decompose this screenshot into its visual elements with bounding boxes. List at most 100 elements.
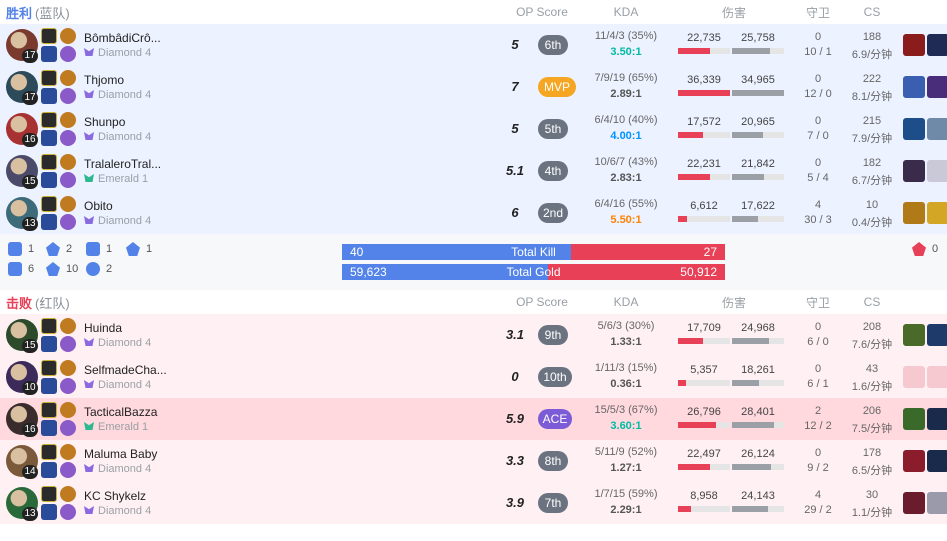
rune-icon[interactable] (60, 172, 76, 188)
item-icon[interactable] (927, 118, 947, 140)
rune-icon[interactable] (60, 360, 76, 376)
summoner-spell-icon[interactable] (41, 420, 57, 436)
item-icon[interactable] (903, 118, 925, 140)
player-row[interactable]: 13 KC Shykelz Diamond 4 3.9 7th 1/7/15 (59%) 2… (0, 482, 947, 524)
rank-text: Diamond 4 (98, 215, 152, 227)
damage-taken-bar (732, 174, 784, 180)
damage-dealt-fill (678, 216, 688, 222)
summoner-spell-icon[interactable] (41, 70, 57, 86)
op-score: 7 (511, 79, 519, 94)
player-name[interactable]: Obito (84, 199, 113, 213)
summoner-spell-icon[interactable] (41, 402, 57, 418)
objective-counter: 0 (912, 242, 938, 256)
op-rank-badge: 9th (538, 325, 568, 345)
rune-icon[interactable] (60, 28, 76, 44)
item-icon[interactable] (903, 450, 925, 472)
summoner-spell-icon[interactable] (41, 46, 57, 62)
summoner-spell-icon[interactable] (41, 462, 57, 478)
player-name[interactable]: TacticalBazza (84, 405, 157, 419)
player-row[interactable]: 17 Thjomo Diamond 4 7 MVP 7/9/19 (65%) 2.89:1 3… (0, 66, 947, 108)
item-icon[interactable] (927, 408, 947, 430)
damage-taken-bar (732, 422, 784, 428)
summoner-spell-icon[interactable] (41, 360, 57, 376)
item-icon[interactable] (927, 450, 947, 472)
player-name[interactable]: Maluma Baby (84, 447, 157, 461)
summoner-spell-icon[interactable] (41, 444, 57, 460)
item-icon[interactable] (927, 324, 947, 346)
wards-placed-killed: 12 / 0 (804, 88, 832, 100)
item-icon[interactable] (927, 492, 947, 514)
summoner-spell-icon[interactable] (41, 130, 57, 146)
damage-taken-fill (732, 506, 768, 512)
player-name[interactable]: TralaleroTral... (84, 157, 161, 171)
rune-icon[interactable] (60, 196, 76, 212)
item-icon[interactable] (927, 366, 947, 388)
item-icon[interactable] (927, 160, 947, 182)
rune-icon[interactable] (60, 88, 76, 104)
summoner-spell-icon[interactable] (41, 504, 57, 520)
damage-taken: 21,842 (741, 158, 775, 170)
item-icon[interactable] (903, 492, 925, 514)
kda-line: 6/4/16 (55%) (594, 198, 658, 210)
item-icon[interactable] (903, 34, 925, 56)
item-icon[interactable] (927, 202, 947, 224)
player-row[interactable]: 17 BômbâdiCrô... Diamond 4 5 6th 11/4/3 (35%)… (0, 24, 947, 66)
rune-icon[interactable] (60, 444, 76, 460)
player-row[interactable]: 16 TacticalBazza Emerald 1 5.9 ACE 15/5/3 (67… (0, 398, 947, 440)
item-icon[interactable] (903, 202, 925, 224)
op-rank-badge: 4th (538, 161, 568, 181)
player-row[interactable]: 16 Shunpo Diamond 4 5 5th 6/4/10 (40%) 4.00:1 1… (0, 108, 947, 150)
rune-icon[interactable] (60, 112, 76, 128)
rune-icon[interactable] (60, 154, 76, 170)
creep-score: 30 (865, 489, 879, 501)
item-icon[interactable] (903, 76, 925, 98)
rune-icon[interactable] (60, 70, 76, 86)
summoner-spell-icon[interactable] (41, 318, 57, 334)
summoner-spell-icon[interactable] (41, 196, 57, 212)
op-rank-badge: 5th (538, 119, 568, 139)
damage-dealt-bar (678, 132, 730, 138)
summoner-spell-icon[interactable] (41, 112, 57, 128)
total-label: Total Gold (506, 265, 561, 279)
summoner-spell-icon[interactable] (41, 378, 57, 394)
player-row[interactable]: 10 SelfmadeCha... Diamond 4 0 10th 1/11/3 (15… (0, 356, 947, 398)
total-kill-bar: 40 27 Total Kill (342, 244, 725, 260)
item-icon[interactable] (927, 34, 947, 56)
item-icon[interactable] (903, 366, 925, 388)
player-name[interactable]: Huinda (84, 321, 122, 335)
rune-icon[interactable] (60, 402, 76, 418)
summoner-spell-icon[interactable] (41, 88, 57, 104)
summoner-spell-icon[interactable] (41, 214, 57, 230)
rune-icon[interactable] (60, 214, 76, 230)
item-icon[interactable] (903, 324, 925, 346)
wards-placed-killed: 30 / 3 (804, 214, 832, 226)
rune-icon[interactable] (60, 378, 76, 394)
player-row[interactable]: 13 Obito Diamond 4 6 2nd 6/4/16 (55%) 5.50:1 6,… (0, 192, 947, 234)
player-name[interactable]: KC Shykelz (84, 489, 146, 503)
control-wards: 4 (814, 199, 822, 211)
item-icon[interactable] (903, 408, 925, 430)
rune-icon[interactable] (60, 130, 76, 146)
rune-icon[interactable] (60, 318, 76, 334)
champion-level: 16 (22, 423, 38, 437)
player-name[interactable]: Shunpo (84, 115, 125, 129)
summoner-spell-icon[interactable] (41, 154, 57, 170)
rune-icon[interactable] (60, 504, 76, 520)
rune-icon[interactable] (60, 336, 76, 352)
rune-icon[interactable] (60, 486, 76, 502)
item-icon[interactable] (903, 160, 925, 182)
rune-icon[interactable] (60, 462, 76, 478)
player-name[interactable]: Thjomo (84, 73, 124, 87)
summoner-spell-icon[interactable] (41, 28, 57, 44)
player-row[interactable]: 14 Maluma Baby Diamond 4 3.3 8th 5/11/9 (52%)… (0, 440, 947, 482)
rune-icon[interactable] (60, 46, 76, 62)
summoner-spell-icon[interactable] (41, 486, 57, 502)
summoner-spell-icon[interactable] (41, 172, 57, 188)
player-row[interactable]: 15 TralaleroTral... Emerald 1 5.1 4th 10/6/7 … (0, 150, 947, 192)
player-row[interactable]: 15 Huinda Diamond 4 3.1 9th 5/6/3 (30%) 1.33:1… (0, 314, 947, 356)
rune-icon[interactable] (60, 420, 76, 436)
item-icon[interactable] (927, 76, 947, 98)
player-name[interactable]: SelfmadeCha... (84, 363, 167, 377)
summoner-spell-icon[interactable] (41, 336, 57, 352)
player-name[interactable]: BômbâdiCrô... (84, 31, 161, 45)
